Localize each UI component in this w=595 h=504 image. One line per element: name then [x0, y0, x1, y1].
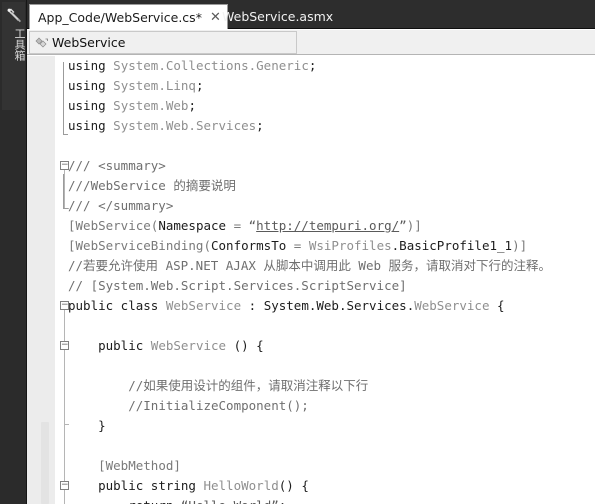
code-line[interactable]: //如果使用设计的组件，请取消注释以下行 — [68, 376, 368, 396]
code-line[interactable]: //InitializeComponent(); — [68, 396, 309, 416]
code-line[interactable]: //若要允许使用 ASP.NET AJAX 从脚本中调用此 Web 服务，请取消… — [68, 256, 551, 276]
code-line[interactable]: public string HelloWorld() { — [68, 476, 309, 496]
code-editor[interactable]: − − − − using System.Collections.Generic… — [27, 56, 595, 504]
code-line[interactable]: } — [68, 416, 106, 436]
code-line[interactable]: return “Hello World”; — [68, 496, 286, 504]
code-line[interactable]: [WebMethod] — [68, 456, 181, 476]
code-line[interactable]: [WebServiceBinding(ConformsTo = WsiProfi… — [68, 236, 527, 256]
code-line[interactable]: [WebService(Namespace = “http://tempuri.… — [68, 216, 422, 236]
summary-block-bracket — [63, 174, 64, 208]
toolbox-strip[interactable]: 工具箱 — [0, 0, 27, 504]
code-line[interactable]: using System.Web; — [68, 96, 196, 116]
code-line[interactable]: using System.Web.Services; — [68, 116, 264, 136]
tab-webservice-asmx[interactable]: WebService.asmx — [214, 4, 339, 29]
toolbox-label: 工具箱 — [13, 28, 26, 61]
code-line[interactable]: /// <summary> — [68, 156, 166, 176]
class-diamond-icon — [35, 37, 48, 47]
code-line[interactable]: public WebService () { — [68, 336, 264, 356]
toolbox-panel[interactable]: 工具箱 — [2, 2, 26, 110]
code-line[interactable]: using System.Collections.Generic; — [68, 56, 316, 76]
code-navigation-bar: WebService — [27, 29, 595, 55]
tools-hammer-wrench-icon — [7, 8, 21, 23]
using-block-bracket — [63, 62, 64, 134]
member-type-label: WebService — [52, 35, 126, 50]
code-text-surface[interactable]: using System.Collections.Generic; using S… — [27, 56, 595, 504]
tab-label: App_Code/WebService.cs* — [38, 9, 202, 25]
code-line[interactable]: public class WebService : System.Web.Ser… — [68, 296, 505, 316]
tab-label: WebService.asmx — [222, 9, 334, 24]
member-type-dropdown[interactable]: WebService — [29, 31, 297, 54]
tab-app-code-webservice-cs[interactable]: App_Code/WebService.cs* ✕ — [29, 4, 228, 29]
editor-tab-bar: App_Code/WebService.cs* ✕ WebService.asm… — [27, 0, 595, 29]
ide-window: 工具箱 App_Code/WebService.cs* ✕ WebService… — [0, 0, 595, 504]
code-line[interactable]: using System.Linq; — [68, 76, 204, 96]
code-line[interactable]: // [System.Web.Script.Services.ScriptSer… — [68, 276, 407, 296]
code-line[interactable]: /// </summary> — [68, 196, 173, 216]
code-line[interactable]: ///WebService 的摘要说明 — [68, 176, 236, 196]
